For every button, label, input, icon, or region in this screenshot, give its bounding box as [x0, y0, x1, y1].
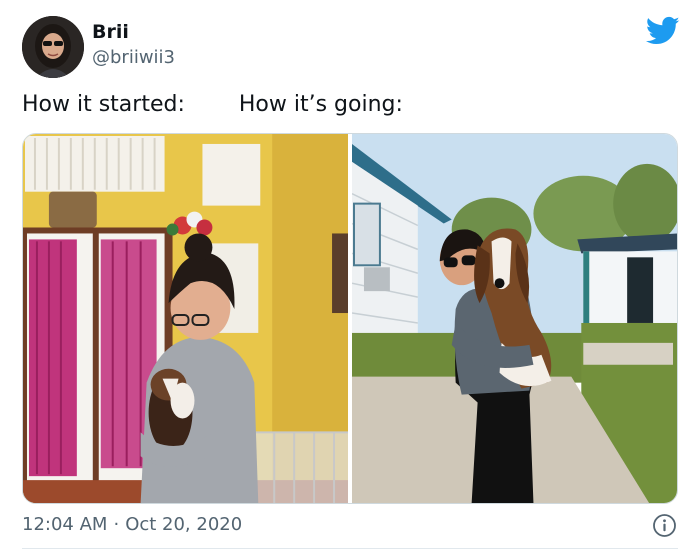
tweet-timestamp[interactable]: 12:04 AM · Oct 20, 2020	[22, 514, 242, 535]
tweet-text-started: How it started:	[22, 92, 185, 117]
display-name[interactable]: Brii	[92, 21, 129, 43]
tweet-date: Oct 20, 2020	[125, 514, 243, 535]
twitter-bird-icon[interactable]	[645, 16, 680, 46]
user-handle[interactable]: @briiwii3	[92, 47, 175, 68]
photo-how-it-started[interactable]	[23, 134, 348, 503]
avatar[interactable]	[22, 16, 84, 78]
photo-how-its-going[interactable]	[351, 134, 677, 503]
avatar-photo	[22, 16, 84, 78]
tweet-text: How it started: How it’s going:	[22, 92, 403, 117]
tweet-text-going: How it’s going:	[238, 92, 403, 117]
media-grid	[22, 133, 678, 504]
info-icon[interactable]	[652, 513, 677, 538]
footer-divider	[22, 548, 678, 549]
timestamp-separator: ·	[113, 514, 120, 535]
tweet-card: Brii @briiwii3 How it started: How it’s g…	[0, 0, 696, 553]
tweet-time: 12:04 AM	[22, 514, 108, 535]
